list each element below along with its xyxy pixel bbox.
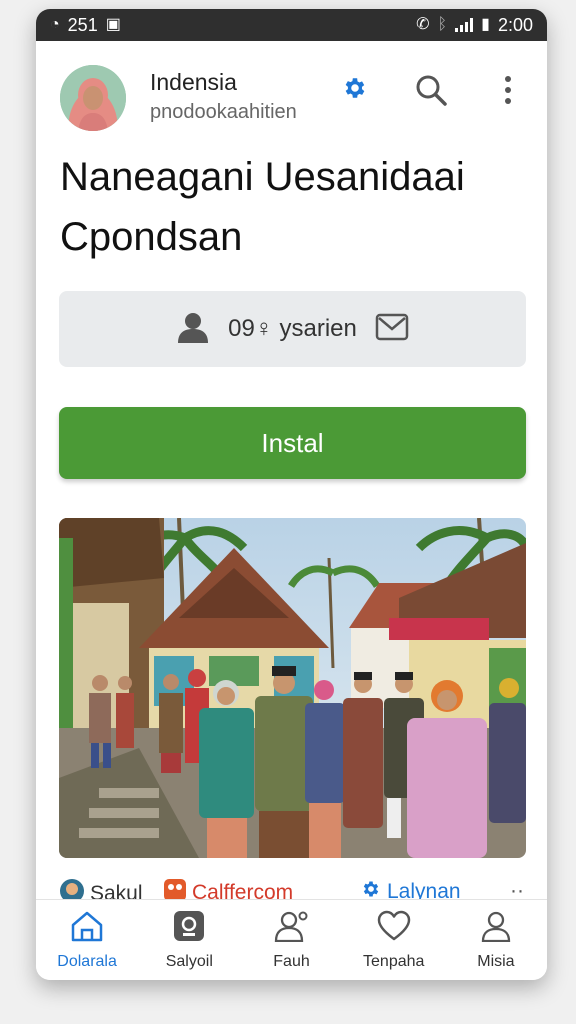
nav-item-salyoil[interactable]: Salyoil: [138, 900, 240, 980]
page-title: Naneagani Uesanidaai Cpondsan: [60, 155, 465, 259]
peek-item-sakul[interactable]: Sakul: [60, 879, 143, 901]
user-icon: [176, 310, 210, 349]
app-title: Indensia: [150, 69, 237, 95]
home-icon: [70, 910, 104, 947]
nav-label: Dolarala: [57, 953, 117, 970]
install-button[interactable]: Instal: [59, 407, 526, 479]
nav-item-home[interactable]: Dolarala: [36, 900, 138, 980]
info-text: 09♀ ysarien: [228, 315, 357, 342]
phone-icon: ✆: [416, 16, 430, 33]
status-count: 251: [67, 14, 98, 35]
nav-label: Salyoil: [165, 953, 213, 970]
nav-label: Tenpaha: [363, 953, 425, 970]
peek-row: Sakul Calffercom Lalynan ··: [36, 875, 547, 901]
avatar[interactable]: [60, 65, 126, 131]
more-dots-icon[interactable]: ··: [510, 879, 524, 901]
more-options-icon[interactable]: [496, 73, 520, 107]
heart-icon: [377, 910, 411, 947]
profile-icon: [480, 910, 512, 947]
phone-screen: ◔ 251 ▣ ✆ ᛒ ▮ 2:00 Indensia pnodookaahit…: [36, 9, 547, 980]
bluetooth-icon: ᛒ: [437, 16, 448, 33]
search-icon[interactable]: [414, 73, 448, 107]
info-row[interactable]: 09♀ ysarien: [59, 291, 526, 367]
app-subtitle: pnodookaahitien: [150, 101, 297, 123]
gear-small-icon: [361, 879, 381, 901]
notification-icon: ◔: [50, 16, 60, 33]
app-header: Indensia pnodookaahitien: [36, 53, 547, 145]
nav-item-misia[interactable]: Misia: [445, 900, 547, 980]
bottom-nav: Dolarala Salyoil Fauh Tenpaha Misia: [36, 899, 547, 980]
peek-item-lalynan[interactable]: Lalynan: [361, 879, 461, 901]
village-photo: [59, 518, 526, 858]
status-time: 2:00: [497, 14, 533, 35]
battery-icon: ▮: [481, 16, 490, 33]
status-bar: ◔ 251 ▣ ✆ ᛒ ▮ 2:00: [36, 9, 547, 41]
nav-label: Misia: [477, 953, 515, 970]
nav-item-tenpaha[interactable]: Tenpaha: [343, 900, 445, 980]
nav-label: Fauh: [273, 953, 310, 970]
app-icon: [164, 879, 186, 901]
mail-icon[interactable]: [375, 312, 409, 347]
gallery-icon: ▣: [105, 16, 121, 33]
peek-item-calffercom[interactable]: Calffercom: [164, 879, 293, 901]
camera-icon: [173, 910, 205, 947]
signal-icon: [455, 18, 474, 32]
gear-icon[interactable]: [342, 75, 368, 101]
nav-item-fauh[interactable]: Fauh: [240, 900, 342, 980]
avatar-small-icon: [60, 879, 84, 901]
add-person-icon: [274, 910, 310, 947]
